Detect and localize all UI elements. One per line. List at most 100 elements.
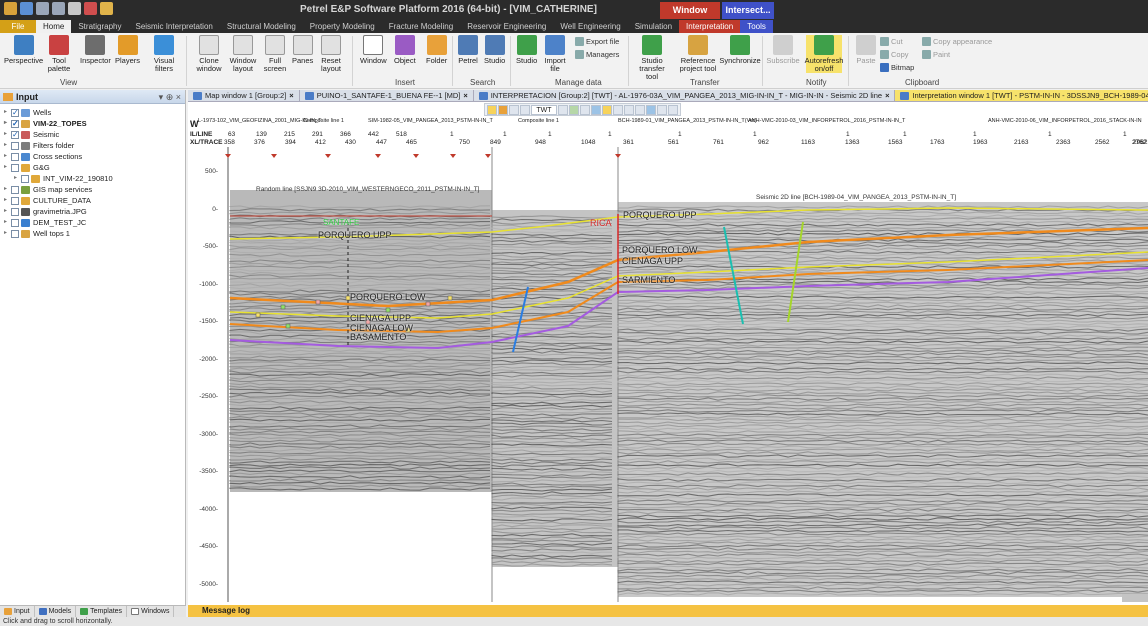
- expand-icon[interactable]: ▸: [2, 217, 9, 228]
- clone-window-button[interactable]: Clone window: [196, 35, 222, 73]
- zoom-icon[interactable]: [558, 104, 568, 115]
- studio-transfer-button[interactable]: Studio transfer tool: [634, 35, 670, 81]
- autorefresh-button[interactable]: Autorefresh on/off: [805, 35, 843, 73]
- copy-button[interactable]: Copy: [880, 50, 909, 59]
- tool-palette-button[interactable]: Tool palette: [44, 35, 74, 73]
- expand-icon[interactable]: ▸: [2, 162, 9, 173]
- visibility-checkbox[interactable]: [11, 141, 19, 150]
- tab-file[interactable]: File: [0, 20, 36, 33]
- redo-icon[interactable]: [52, 2, 65, 15]
- tab-windows[interactable]: Windows: [127, 606, 175, 617]
- interpretation-viewport[interactable]: TWT W IL/LINE XL/TRACE L-1973-102_VIM_GE…: [188, 102, 1148, 605]
- visibility-checkbox[interactable]: [11, 185, 19, 194]
- perspective-button[interactable]: Perspective: [4, 35, 43, 65]
- tree-item[interactable]: ▸ G&G: [0, 162, 185, 173]
- full-screen-button[interactable]: Full screen: [262, 35, 288, 73]
- tree-item[interactable]: ▸ CULTURE_DATA: [0, 195, 185, 206]
- layout-icon[interactable]: [646, 104, 656, 115]
- reset-layout-button[interactable]: Reset layout: [318, 35, 344, 73]
- tab-input[interactable]: Input: [0, 606, 35, 617]
- expand-icon[interactable]: ▸: [2, 228, 9, 239]
- cut-button[interactable]: Cut: [880, 37, 903, 46]
- visibility-checkbox[interactable]: [11, 196, 19, 205]
- players-button[interactable]: Players: [115, 35, 140, 65]
- screen-icon[interactable]: [591, 104, 601, 115]
- tab-well-engineering[interactable]: Well Engineering: [553, 20, 627, 33]
- tab-simulation[interactable]: Simulation: [628, 20, 679, 33]
- window-icon[interactable]: [68, 2, 81, 15]
- document-tab[interactable]: PUINO-1_SANTAFE-1_BUENA FE--1 [MD] ×: [300, 90, 474, 101]
- expand-icon[interactable]: ▸: [2, 129, 9, 140]
- visibility-checkbox[interactable]: [11, 152, 19, 161]
- insert-folder-button[interactable]: Folder: [426, 35, 447, 65]
- flag-icon[interactable]: [580, 104, 590, 115]
- expand-icon[interactable]: ▸: [2, 151, 9, 162]
- interp-icon[interactable]: [602, 104, 612, 115]
- tab-home[interactable]: Home: [36, 20, 72, 33]
- visibility-checkbox[interactable]: [11, 118, 19, 129]
- tab-stratigraphy[interactable]: Stratigraphy: [71, 20, 128, 33]
- document-tab[interactable]: Interpretation window 1 [TWT] - PSTM-IN-…: [895, 90, 1148, 101]
- insert-object-button[interactable]: Object: [394, 35, 416, 65]
- synchronize-button[interactable]: Synchronize: [719, 35, 761, 65]
- tab-tools[interactable]: Tools: [740, 20, 773, 33]
- pick-icon[interactable]: [498, 104, 508, 115]
- petrel-search-button[interactable]: Petrel: [458, 35, 478, 65]
- panes-button[interactable]: Panes: [292, 35, 313, 65]
- expand-icon[interactable]: ▸: [2, 140, 9, 151]
- select-icon[interactable]: [487, 104, 497, 115]
- subscribe-button[interactable]: Subscribe: [766, 35, 800, 65]
- message-log-bar[interactable]: Message log: [188, 605, 1148, 617]
- visibility-checkbox[interactable]: [11, 163, 19, 172]
- expand-icon[interactable]: ▸: [2, 195, 9, 206]
- save-icon[interactable]: [20, 2, 33, 15]
- tree-item[interactable]: ▸ DEM_TEST_JC: [0, 217, 185, 228]
- tree-item[interactable]: ▸ Wells: [0, 107, 185, 118]
- horizontal-scrollbar[interactable]: [1122, 594, 1148, 602]
- seismic-canvas[interactable]: [188, 102, 1148, 605]
- grid-icon[interactable]: [624, 104, 634, 115]
- tab-fracture-modeling[interactable]: Fracture Modeling: [382, 20, 460, 33]
- paint-button[interactable]: Paint: [922, 50, 950, 59]
- undo-icon[interactable]: [36, 2, 49, 15]
- inspector-button[interactable]: Inspector: [80, 35, 111, 65]
- reference-project-button[interactable]: Reference project tool: [678, 35, 718, 73]
- context-window-tab[interactable]: Window: [660, 2, 720, 19]
- tree-item[interactable]: ▸ GIS map services: [0, 184, 185, 195]
- insert-window-button[interactable]: Window: [360, 35, 387, 65]
- tree-item[interactable]: ▸ VIM-22_TOPES: [0, 118, 185, 129]
- visibility-checkbox[interactable]: [11, 218, 19, 227]
- visibility-checkbox[interactable]: [11, 229, 19, 238]
- visibility-checkbox[interactable]: [21, 174, 29, 183]
- tab-models[interactable]: Models: [35, 606, 77, 617]
- export-file-button[interactable]: Export file: [575, 37, 619, 46]
- visibility-checkbox[interactable]: [11, 107, 19, 118]
- ruler-icon[interactable]: [613, 104, 623, 115]
- folder-icon[interactable]: [100, 2, 113, 15]
- document-tab[interactable]: INTERPRETACION [Group:2] [TWT] - AL-1976…: [474, 90, 896, 101]
- tree-item[interactable]: ▸ Filters folder: [0, 140, 185, 151]
- settings-icon[interactable]: [635, 104, 645, 115]
- domain-select[interactable]: TWT: [531, 104, 557, 115]
- managers-button[interactable]: Managers: [575, 50, 619, 59]
- import-file-button[interactable]: Import file: [544, 35, 566, 73]
- close-icon[interactable]: ×: [885, 90, 889, 102]
- info-icon[interactable]: [657, 104, 667, 115]
- visibility-checkbox[interactable]: [11, 207, 19, 216]
- expand-icon[interactable]: ▸: [2, 184, 9, 195]
- tab-structural-modeling[interactable]: Structural Modeling: [220, 20, 303, 33]
- visual-filters-button[interactable]: Visual filters: [150, 35, 178, 73]
- tab-property-modeling[interactable]: Property Modeling: [303, 20, 382, 33]
- copy-appearance-button[interactable]: Copy appearance: [922, 37, 992, 46]
- expand-icon[interactable]: ▸: [12, 173, 19, 184]
- tab-reservoir-engineering[interactable]: Reservoir Engineering: [460, 20, 553, 33]
- expand-icon[interactable]: ▸: [2, 118, 9, 129]
- bitmap-button[interactable]: Bitmap: [880, 63, 914, 72]
- studio-button[interactable]: Studio: [516, 35, 537, 65]
- document-tab[interactable]: Map window 1 [Group:2] ×: [188, 90, 300, 101]
- close-icon[interactable]: ×: [463, 90, 467, 102]
- expand-icon[interactable]: ▸: [2, 206, 9, 217]
- studio-search-button[interactable]: Studio: [484, 35, 505, 65]
- paste-button[interactable]: Paste: [856, 35, 876, 65]
- window-layout-button[interactable]: Window layout: [228, 35, 258, 73]
